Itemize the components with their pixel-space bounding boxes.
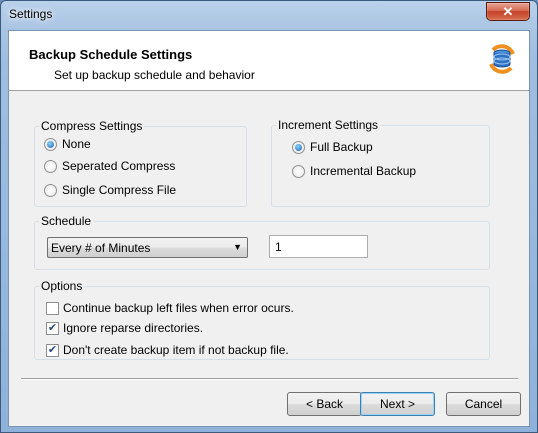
no-empty-backup-item-label: Don't create backup item if not backup f… bbox=[63, 343, 289, 357]
schedule-interval-input[interactable]: 1 bbox=[269, 235, 368, 258]
full-backup-label: Full Backup bbox=[310, 140, 373, 154]
radio-selected-icon bbox=[44, 137, 57, 151]
compress-single-radio[interactable]: Single Compress File bbox=[44, 183, 176, 197]
continue-on-error-checkbox[interactable]: Continue backup left files when error oc… bbox=[46, 301, 294, 315]
radio-unselected-icon bbox=[44, 159, 57, 173]
compress-settings-legend: Compress Settings bbox=[41, 119, 143, 133]
dialog-client-area: Backup Schedule Settings Set up backup s… bbox=[8, 30, 530, 427]
increment-settings-group: Increment Settings bbox=[271, 118, 490, 207]
cancel-button[interactable]: Cancel bbox=[446, 392, 521, 416]
ignore-reparse-checkbox[interactable]: ✔ Ignore reparse directories. bbox=[46, 321, 203, 335]
wizard-header: Backup Schedule Settings Set up backup s… bbox=[9, 31, 529, 91]
compress-none-radio[interactable]: None bbox=[44, 137, 91, 151]
close-icon: ✕ bbox=[502, 3, 514, 19]
compress-single-label: Single Compress File bbox=[62, 183, 177, 197]
radio-unselected-icon bbox=[292, 164, 305, 178]
full-backup-radio[interactable]: Full Backup bbox=[292, 140, 373, 154]
schedule-frequency-value: Every # of Minutes bbox=[51, 240, 151, 255]
back-button[interactable]: < Back bbox=[287, 392, 362, 416]
checkbox-unchecked-icon bbox=[46, 301, 59, 315]
ignore-reparse-label: Ignore reparse directories. bbox=[63, 321, 204, 335]
radio-selected-icon bbox=[292, 140, 305, 154]
next-button[interactable]: Next > bbox=[360, 392, 435, 416]
incremental-backup-radio[interactable]: Incremental Backup bbox=[292, 164, 416, 178]
radio-unselected-icon bbox=[44, 183, 57, 197]
continue-on-error-label: Continue backup left files when error oc… bbox=[63, 301, 294, 315]
no-empty-backup-item-checkbox[interactable]: ✔ Don't create backup item if not backup… bbox=[46, 343, 289, 357]
page-subtitle: Set up backup schedule and behavior bbox=[54, 68, 255, 82]
options-legend: Options bbox=[41, 279, 83, 293]
compress-seperated-label: Seperated Compress bbox=[62, 159, 176, 173]
backup-sync-icon bbox=[489, 44, 515, 74]
window-title: Settings bbox=[9, 7, 53, 21]
title-bar[interactable]: Settings ✕ bbox=[1, 1, 537, 29]
increment-settings-legend: Increment Settings bbox=[278, 118, 379, 132]
close-button[interactable]: ✕ bbox=[486, 2, 530, 21]
schedule-legend: Schedule bbox=[41, 214, 92, 228]
dropdown-arrow-icon: ▼ bbox=[233, 242, 242, 252]
checkbox-checked-icon: ✔ bbox=[46, 321, 59, 335]
checkbox-checked-icon: ✔ bbox=[46, 343, 59, 357]
page-title: Backup Schedule Settings bbox=[29, 47, 193, 62]
compress-seperated-radio[interactable]: Seperated Compress bbox=[44, 159, 175, 173]
compress-none-label: None bbox=[62, 137, 91, 151]
footer-separator bbox=[21, 378, 518, 380]
schedule-frequency-dropdown[interactable]: Every # of Minutes ▼ bbox=[47, 237, 248, 258]
settings-window: Settings ✕ Backup Schedule Settings Set … bbox=[0, 0, 538, 433]
incremental-backup-label: Incremental Backup bbox=[310, 164, 417, 178]
